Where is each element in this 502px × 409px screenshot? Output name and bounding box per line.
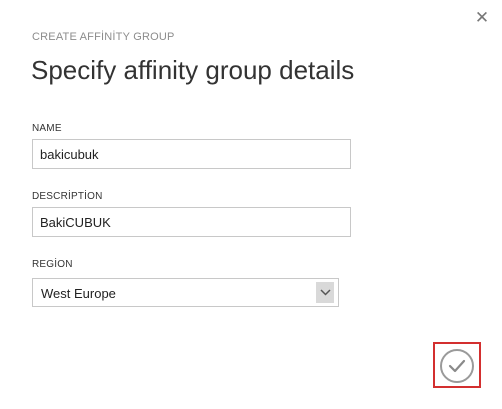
close-icon[interactable]: ✕ [472, 8, 492, 28]
name-field[interactable] [32, 139, 351, 169]
confirm-button[interactable] [440, 349, 474, 383]
region-label: REGİON [32, 259, 73, 270]
create-affinity-group-dialog: ✕ CREATE AFFİNİTY GROUP Specify affinity… [0, 0, 502, 409]
page-title: Specify affinity group details [31, 55, 355, 85]
region-select-value: West Europe [41, 286, 116, 301]
checkmark-icon [448, 359, 466, 373]
region-select[interactable]: West Europe [32, 278, 339, 307]
description-field[interactable] [32, 207, 351, 237]
chevron-down-icon[interactable] [316, 282, 334, 303]
description-label: DESCRİPTİON [32, 191, 103, 202]
name-label: NAME [32, 123, 62, 134]
dialog-eyebrow: CREATE AFFİNİTY GROUP [32, 31, 175, 43]
